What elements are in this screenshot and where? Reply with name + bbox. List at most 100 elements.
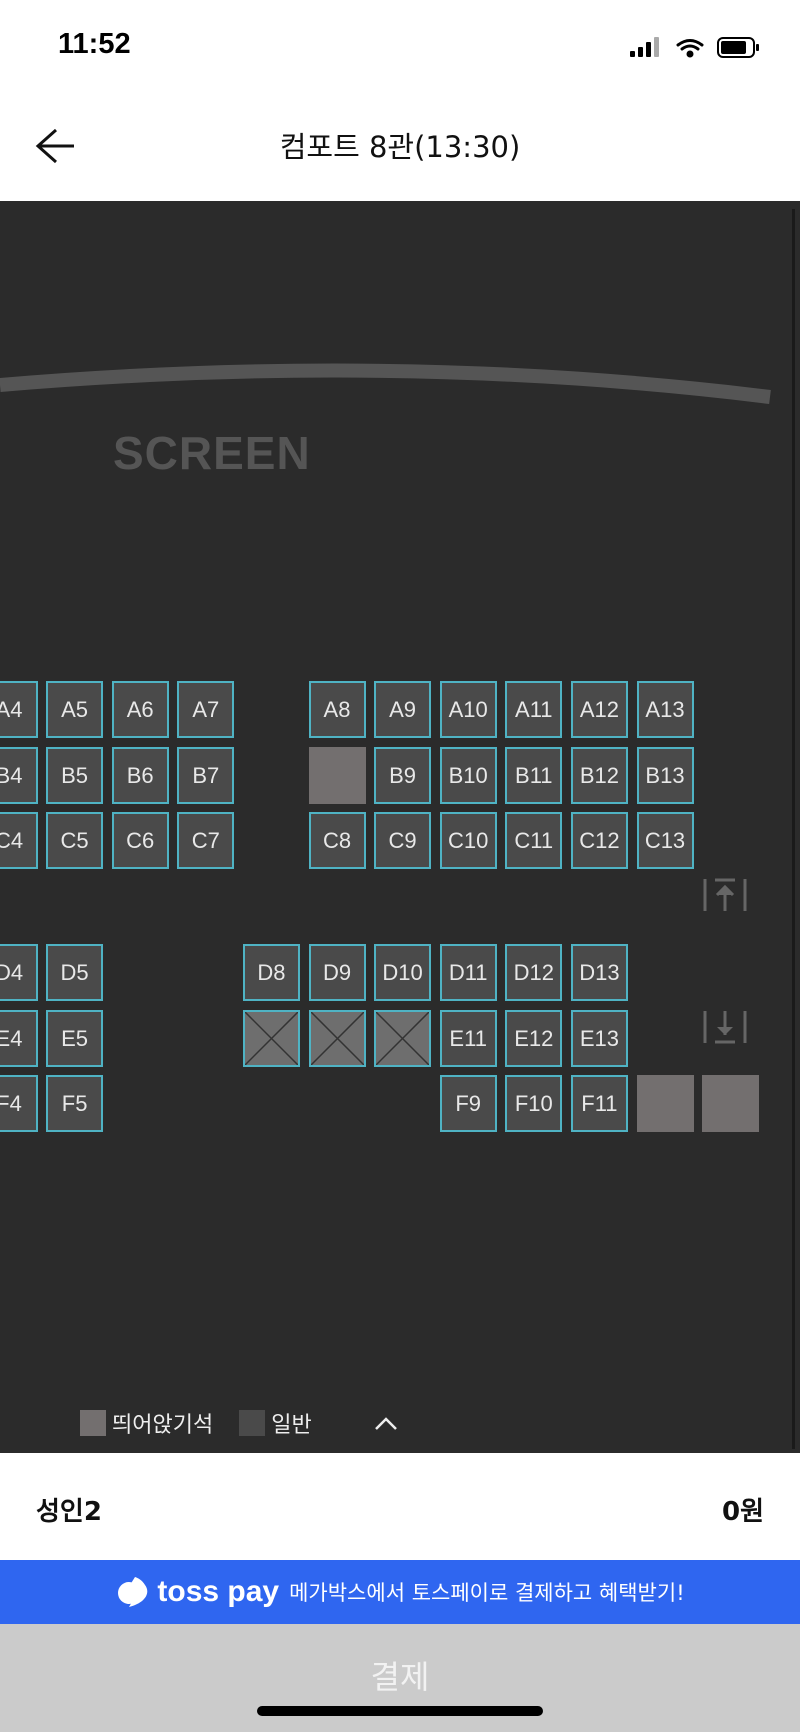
seat-label: D9 — [322, 959, 352, 985]
arrow-up-to-top-icon — [703, 878, 747, 911]
seat-F9[interactable]: F9 — [439, 1075, 497, 1132]
seat-label: D8 — [257, 959, 286, 985]
seat-C13[interactable]: C13 — [636, 812, 694, 869]
seat-E5[interactable]: E5 — [46, 1010, 104, 1067]
seat-C5[interactable]: C5 — [46, 812, 104, 869]
seat-E11[interactable]: E11 — [439, 1010, 497, 1067]
ticket-count: 성인2 — [36, 1497, 102, 1527]
seat-F11[interactable]: F11 — [570, 1075, 628, 1132]
seat-label: C4 — [0, 827, 24, 853]
chevron-up-icon[interactable] — [374, 1415, 398, 1431]
seat-B10[interactable]: B10 — [439, 747, 497, 804]
seat-label: C6 — [126, 827, 155, 853]
seat-C7[interactable]: C7 — [177, 812, 235, 869]
seat-B11[interactable]: B11 — [505, 747, 563, 804]
seat-F5[interactable]: F5 — [46, 1075, 104, 1132]
seat-label: B12 — [579, 762, 619, 788]
scroll-bottom-button[interactable] — [703, 1009, 747, 1045]
seat-D13[interactable]: D13 — [570, 944, 628, 1001]
seat-C12[interactable]: C12 — [570, 812, 628, 869]
seat-label: E5 — [61, 1025, 89, 1051]
seat-B13[interactable]: B13 — [636, 747, 694, 804]
seat-B6[interactable]: B6 — [111, 747, 169, 804]
seat-A5[interactable]: A5 — [46, 681, 104, 738]
seat-blocked — [308, 1010, 366, 1067]
seat-map[interactable]: SCREEN A4 A5 A6 A7 A8 A9 A10 A11 A12 A13 B4 B5 B6 B7 B… — [0, 201, 800, 1453]
scroll-top-button[interactable] — [703, 877, 747, 913]
seat-distance — [308, 747, 366, 804]
seat-D5[interactable]: D5 — [46, 944, 104, 1001]
seat-C9[interactable]: C9 — [374, 812, 432, 869]
seat-D8[interactable]: D8 — [242, 944, 300, 1001]
seat-B4[interactable]: B4 — [0, 747, 38, 804]
seat-label: C11 — [514, 827, 554, 853]
seat-label: E4 — [0, 1025, 23, 1051]
x-mark-icon — [376, 1012, 430, 1065]
toss-logo-icon — [118, 1577, 148, 1607]
seat-label: A6 — [126, 696, 154, 722]
seat-label: A7 — [192, 696, 220, 722]
home-indicator — [257, 1706, 543, 1716]
toss-pay-banner[interactable]: toss pay 메가박스에서 토스페이로 결제하고 혜택받기! — [0, 1560, 800, 1624]
legend-label-normal: 일반 — [271, 1413, 312, 1438]
seat-label: B6 — [126, 762, 154, 788]
seat-label: B11 — [515, 762, 553, 788]
seat-C4[interactable]: C4 — [0, 812, 38, 869]
screen-curve — [0, 363, 771, 404]
seat-label: C10 — [448, 827, 489, 853]
seat-label: C5 — [60, 827, 89, 853]
seat-C10[interactable]: C10 — [439, 812, 497, 869]
seat-distance — [702, 1075, 760, 1132]
arrow-down-to-bottom-icon — [703, 1011, 747, 1044]
legend: 띄어앉기석 일반 — [80, 1407, 398, 1439]
seat-A11[interactable]: A11 — [505, 681, 563, 738]
seat-A12[interactable]: A12 — [570, 681, 628, 738]
seat-label: E11 — [449, 1025, 487, 1051]
screen-label: SCREEN — [113, 427, 311, 479]
seat-B5[interactable]: B5 — [46, 747, 104, 804]
seat-F4[interactable]: F4 — [0, 1075, 38, 1132]
scrollbar[interactable] — [792, 209, 795, 1449]
seat-label: E13 — [579, 1025, 619, 1051]
seat-A7[interactable]: A7 — [177, 681, 235, 738]
seat-label: C12 — [579, 827, 620, 853]
seat-D4[interactable]: D4 — [0, 944, 38, 1001]
seat-C8[interactable]: C8 — [308, 812, 366, 869]
seat-label: D13 — [579, 959, 620, 985]
total-price: 0원 — [721, 1497, 764, 1527]
seat-A8[interactable]: A8 — [308, 681, 366, 738]
seat-label: D11 — [448, 959, 488, 985]
seat-B12[interactable]: B12 — [570, 747, 628, 804]
seat-D11[interactable]: D11 — [439, 944, 497, 1001]
seat-label: F5 — [61, 1090, 88, 1116]
seat-C6[interactable]: C6 — [111, 812, 169, 869]
status-icons — [630, 37, 759, 58]
seat-A9[interactable]: A9 — [374, 681, 432, 738]
page-title: 컴포트 8관(13:30) — [279, 130, 521, 164]
seat-C11[interactable]: C11 — [505, 812, 563, 869]
seat-E4[interactable]: E4 — [0, 1010, 38, 1067]
seat-A6[interactable]: A6 — [111, 681, 169, 738]
seat-label: F9 — [455, 1090, 482, 1116]
seat-A4[interactable]: A4 — [0, 681, 38, 738]
x-mark-icon — [310, 1012, 364, 1065]
legend-swatch-distance — [80, 1410, 106, 1436]
seat-blocked — [374, 1010, 432, 1067]
seat-label: F10 — [514, 1090, 553, 1116]
seat-D9[interactable]: D9 — [308, 944, 366, 1001]
seat-A10[interactable]: A10 — [439, 681, 497, 738]
seat-D10[interactable]: D10 — [374, 944, 432, 1001]
status-time: 11:52 — [58, 28, 131, 60]
seat-E13[interactable]: E13 — [570, 1010, 628, 1067]
seat-label: A4 — [0, 696, 23, 722]
seat-label: A5 — [61, 696, 89, 722]
seat-E12[interactable]: E12 — [505, 1010, 563, 1067]
seat-label: D10 — [382, 959, 423, 985]
seat-A13[interactable]: A13 — [636, 681, 694, 738]
seat-label: A9 — [389, 696, 417, 722]
seat-F10[interactable]: F10 — [505, 1075, 563, 1132]
seat-D12[interactable]: D12 — [505, 944, 563, 1001]
seat-B7[interactable]: B7 — [177, 747, 235, 804]
seat-label: B5 — [61, 762, 89, 788]
seat-B9[interactable]: B9 — [374, 747, 432, 804]
